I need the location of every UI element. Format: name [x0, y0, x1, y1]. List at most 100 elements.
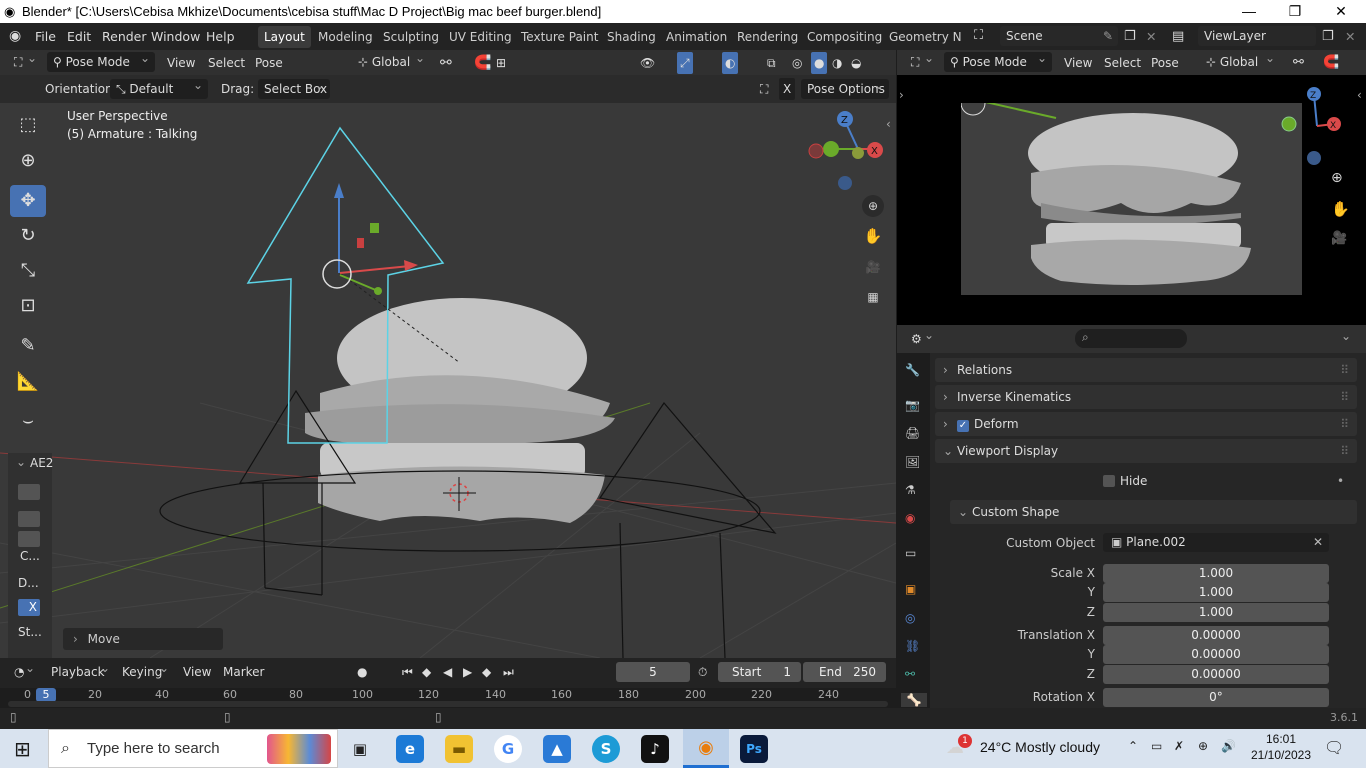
- photoshop-icon[interactable]: Ps: [740, 735, 768, 763]
- edge-icon[interactable]: e: [396, 735, 424, 763]
- tab-compositing[interactable]: Compositing: [807, 26, 882, 48]
- snap-icon[interactable]: 🧲: [1323, 52, 1339, 74]
- timeline-scrollbar[interactable]: [8, 701, 888, 707]
- start-frame-field[interactable]: Start 1: [718, 662, 801, 682]
- measure-tool[interactable]: 📐: [10, 366, 46, 398]
- physics-tab-icon[interactable]: ◎: [905, 611, 915, 625]
- notification-center-icon[interactable]: 🗨: [1324, 738, 1344, 757]
- deform-panel-header[interactable]: › ✓ Deform ⠿: [935, 412, 1357, 436]
- marker-menu[interactable]: Marker: [223, 661, 264, 683]
- transform-tool[interactable]: ⊡: [10, 290, 46, 322]
- tab-sculpting[interactable]: Sculpting: [383, 26, 439, 48]
- tab-layout[interactable]: Layout: [258, 26, 311, 48]
- custom-shape-subpanel-header[interactable]: ⌄ Custom Shape: [950, 500, 1357, 524]
- maximize-button[interactable]: ❐: [1272, 0, 1318, 23]
- viewlayer-name-field[interactable]: ViewLayer: [1198, 26, 1316, 46]
- chrome-icon[interactable]: G: [494, 735, 522, 763]
- delete-viewlayer-icon[interactable]: ✕: [1345, 23, 1355, 50]
- sidebar-toggle-icon[interactable]: ‹: [886, 117, 891, 131]
- color-swatch[interactable]: [18, 484, 40, 500]
- clear-icon[interactable]: ✕: [1313, 533, 1323, 552]
- file-explorer-icon[interactable]: ▬: [445, 735, 473, 763]
- play-icon[interactable]: ▶: [463, 661, 472, 683]
- tab-animation[interactable]: Animation: [666, 26, 727, 48]
- scale-tool[interactable]: ⤡: [10, 255, 46, 287]
- grid-toggle-icon[interactable]: ▦: [862, 286, 884, 308]
- menu-pose[interactable]: Pose: [1151, 52, 1179, 74]
- hide-keyframe-dot[interactable]: •: [1337, 474, 1344, 488]
- collection-tab-icon[interactable]: ▭: [905, 546, 916, 560]
- menu-render[interactable]: Render: [102, 23, 147, 50]
- mirror-x-toggle[interactable]: X: [779, 78, 796, 100]
- current-frame-field[interactable]: 5: [616, 662, 690, 682]
- language-icon[interactable]: ✗: [1174, 739, 1184, 753]
- mirror-icon[interactable]: ⛶: [760, 78, 768, 100]
- menu-edit[interactable]: Edit: [67, 23, 91, 50]
- camera-view-icon[interactable]: 🎥: [862, 256, 884, 278]
- clock-time[interactable]: 16:01: [1253, 732, 1309, 746]
- viewport-display-panel-header[interactable]: ⌄ Viewport Display ⠿: [935, 439, 1357, 463]
- blender-menu-icon[interactable]: ◉: [9, 23, 21, 50]
- new-scene-icon[interactable]: ❐: [1124, 23, 1136, 50]
- ik-panel-header[interactable]: › Inverse Kinematics ⠿: [935, 385, 1357, 409]
- armature-tab-icon[interactable]: ⚯: [905, 667, 915, 681]
- camera-view-icon[interactable]: 🎥: [1331, 231, 1347, 246]
- menu-file[interactable]: File: [35, 23, 56, 50]
- hide-checkbox[interactable]: [1103, 475, 1115, 487]
- c-field[interactable]: C...: [20, 549, 40, 563]
- camera-nav-gizmo[interactable]: Z X: [1272, 86, 1366, 176]
- visibility-icon[interactable]: 👁: [640, 52, 655, 74]
- zoom-icon[interactable]: ⊕: [1331, 170, 1343, 186]
- x-toggle[interactable]: X: [18, 599, 40, 616]
- task-view-icon[interactable]: ▣: [346, 735, 374, 763]
- toolbar-toggle-icon[interactable]: ›: [899, 88, 904, 102]
- record-icon[interactable]: ●: [357, 661, 367, 683]
- relations-panel-header[interactable]: › Relations ⠿: [935, 358, 1357, 382]
- world-tab-icon[interactable]: ◉: [905, 511, 915, 525]
- bone-curve-tool[interactable]: ⌣: [10, 405, 46, 437]
- tab-shading[interactable]: Shading: [607, 26, 656, 48]
- drag-dropdown[interactable]: Select Box: [258, 75, 330, 99]
- pivot-icon[interactable]: ⚯: [1293, 52, 1304, 74]
- tab-rendering[interactable]: Rendering: [737, 26, 798, 48]
- scene-icon[interactable]: ⛶: [974, 22, 983, 49]
- device-icon[interactable]: ▭: [1151, 739, 1162, 753]
- scale-y-field[interactable]: 1.000: [1103, 583, 1329, 602]
- clock-date[interactable]: 21/10/2023: [1246, 748, 1316, 762]
- mode-selector[interactable]: ⚲ Pose Mode: [944, 48, 1052, 72]
- pan-hand-icon[interactable]: ✋: [1331, 200, 1350, 218]
- close-button[interactable]: ✕: [1318, 0, 1364, 23]
- taskbar-search-input[interactable]: ⌕ Type here to search: [48, 729, 338, 768]
- scale-x-field[interactable]: 1.000: [1103, 564, 1329, 583]
- render-tab-icon[interactable]: 📷: [905, 398, 920, 412]
- transform-orientation[interactable]: ⊹ Global: [352, 48, 430, 72]
- rotate-tool[interactable]: ↻: [10, 220, 46, 252]
- end-frame-field[interactable]: End 250: [803, 662, 886, 682]
- app-icon[interactable]: ▲: [543, 735, 571, 763]
- menu-help[interactable]: Help: [206, 23, 235, 50]
- network-icon[interactable]: ⊕: [1198, 739, 1208, 753]
- translation-x-field[interactable]: 0.00000: [1103, 626, 1329, 645]
- jump-end-icon[interactable]: ⏭: [503, 661, 514, 683]
- playback-menu[interactable]: Playback: [45, 658, 115, 682]
- material-shading-icon[interactable]: ◑: [832, 52, 842, 74]
- menu-view[interactable]: View: [167, 52, 195, 74]
- delete-scene-icon[interactable]: ✕: [1146, 23, 1156, 50]
- playhead[interactable]: 5: [36, 688, 56, 702]
- menu-window[interactable]: Window: [151, 23, 200, 50]
- editor-type-icon[interactable]: ⛶: [8, 48, 42, 72]
- pivot-icon[interactable]: ⚯: [440, 52, 452, 74]
- toggle-pair-a[interactable]: [18, 511, 40, 527]
- wireframe-shading-icon[interactable]: ◎: [792, 52, 802, 74]
- minimize-button[interactable]: —: [1226, 0, 1272, 23]
- gizmo-toggle-icon[interactable]: ⤢: [677, 52, 693, 74]
- new-viewlayer-icon[interactable]: ❐: [1322, 23, 1334, 50]
- menu-select[interactable]: Select: [1104, 52, 1141, 74]
- rotation-x-field[interactable]: 0°: [1103, 688, 1329, 707]
- 3d-viewport[interactable]: Z X User Perspective (5) Armature : Talk…: [0, 103, 896, 658]
- translation-z-field[interactable]: 0.00000: [1103, 665, 1329, 684]
- editor-type-icon[interactable]: ⛶: [905, 48, 939, 72]
- tab-uv-editing[interactable]: UV Editing: [449, 26, 512, 48]
- preview-range-icon[interactable]: ⏱: [698, 661, 707, 683]
- cursor-tool[interactable]: ⊕: [10, 145, 46, 177]
